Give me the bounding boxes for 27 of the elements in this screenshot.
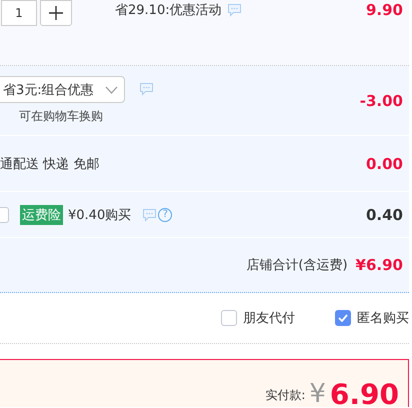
insurance-tag: 运费险 bbox=[20, 204, 63, 224]
insurance-fee: 0.40 bbox=[366, 206, 403, 224]
comment-icon[interactable] bbox=[142, 208, 158, 222]
discount-amount: -3.00 bbox=[360, 92, 403, 110]
checkbox-label: 朋友代付 bbox=[243, 310, 295, 327]
payment-label: 实付款: bbox=[265, 387, 306, 404]
comment-icon[interactable] bbox=[139, 82, 154, 96]
checkmark-icon bbox=[338, 314, 348, 322]
plus-icon bbox=[49, 6, 63, 20]
store-total-label: 店铺合计(含运费) bbox=[246, 257, 348, 274]
item-price: 9.90 bbox=[366, 1, 403, 19]
chevron-down-icon bbox=[105, 86, 118, 94]
payment-amount: 6.90 bbox=[330, 381, 399, 408]
comment-icon[interactable] bbox=[226, 3, 242, 17]
currency-symbol: ¥ bbox=[309, 381, 326, 407]
increase-button[interactable] bbox=[40, 0, 72, 26]
promotion-dropdown[interactable]: 省3元:组合优惠 bbox=[0, 76, 125, 103]
quantity-field[interactable]: 1 bbox=[1, 0, 37, 26]
shipping-fee: 0.00 bbox=[366, 154, 403, 172]
insurance-price: ¥0.40购买 bbox=[68, 206, 132, 224]
promotion-note: 可在购物车换购 bbox=[19, 108, 103, 125]
promotion-text: 省29.10:优惠活动 bbox=[115, 2, 222, 19]
store-total: ¥6.90 bbox=[356, 256, 403, 274]
checkbox-label: 匿名购买 bbox=[357, 310, 409, 327]
shipping-method: 通配送 快递 免邮 bbox=[0, 156, 100, 172]
checkbox[interactable] bbox=[335, 310, 351, 326]
checkbox[interactable] bbox=[221, 310, 237, 326]
